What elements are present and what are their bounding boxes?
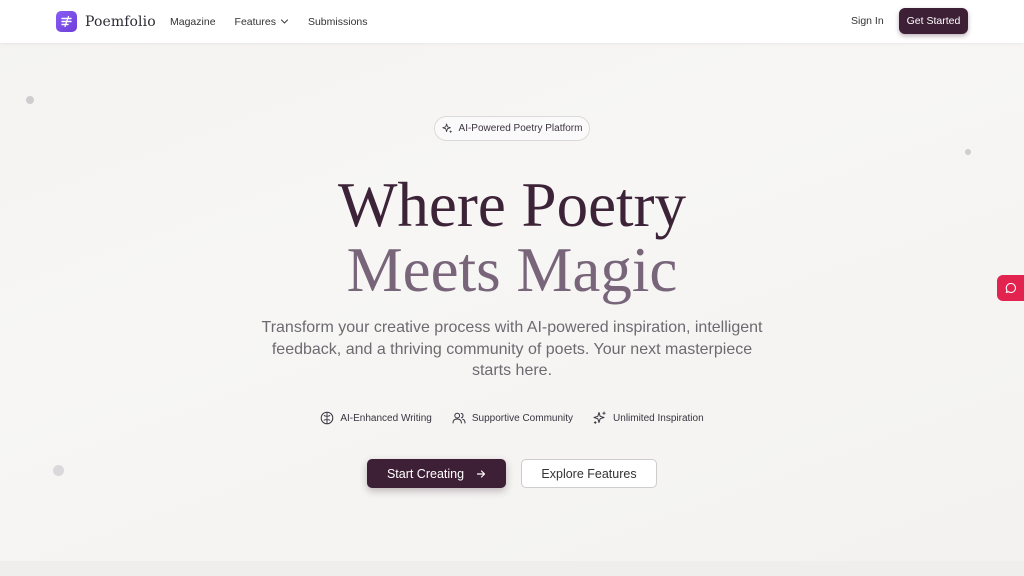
sparkles-icon [441,123,453,134]
sign-in-link[interactable]: Sign In [851,15,884,27]
decorative-dot [53,465,64,476]
next-section-edge [0,561,1024,576]
feature-item: Unlimited Inspiration [593,411,704,425]
feature-label: AI-Enhanced Writing [340,412,432,424]
get-started-button[interactable]: Get Started [899,8,968,34]
chat-bubble-icon [1005,282,1017,294]
feature-label: Unlimited Inspiration [613,412,704,424]
feature-item: Supportive Community [452,411,573,425]
hero-feature-list: AI-Enhanced Writing Supportive Community… [0,411,1024,425]
nav-link-submissions[interactable]: Submissions [308,16,368,28]
nav-link-features-label: Features [234,15,276,28]
brain-icon [320,411,334,425]
decorative-dot [26,96,34,104]
hero-title-line-1: Where Poetry [337,170,687,240]
chat-widget-button[interactable] [997,275,1024,301]
hero-subtitle: Transform your creative process with AI-… [261,319,763,379]
brand-name: Poemfolio [85,13,156,30]
arrow-right-icon [476,469,486,479]
feature-item: AI-Enhanced Writing [320,411,432,425]
main-nav: Magazine Features Submissions [170,0,387,43]
brand-logo[interactable]: Poemfolio [56,11,156,32]
chevron-down-icon [280,17,289,26]
hero-badge: AI-Powered Poetry Platform [434,116,590,141]
hero-title-line-2: Meets Magic [346,235,678,305]
users-icon [452,411,466,425]
decorative-dot [965,149,971,155]
feature-label: Supportive Community [471,412,574,424]
hero-badge-label: AI-Powered Poetry Platform [458,123,583,134]
nav-link-features[interactable]: Features [235,16,289,28]
nav-link-magazine[interactable]: Magazine [170,16,216,28]
start-creating-label: Start Creating [386,466,465,481]
explore-features-button[interactable]: Explore Features [521,459,657,488]
menu-lines-icon [56,11,77,32]
top-nav-bar: Poemfolio Magazine Features Submissions … [0,0,1024,43]
sparkles-icon [593,411,607,425]
start-creating-button[interactable]: Start Creating [367,459,506,488]
